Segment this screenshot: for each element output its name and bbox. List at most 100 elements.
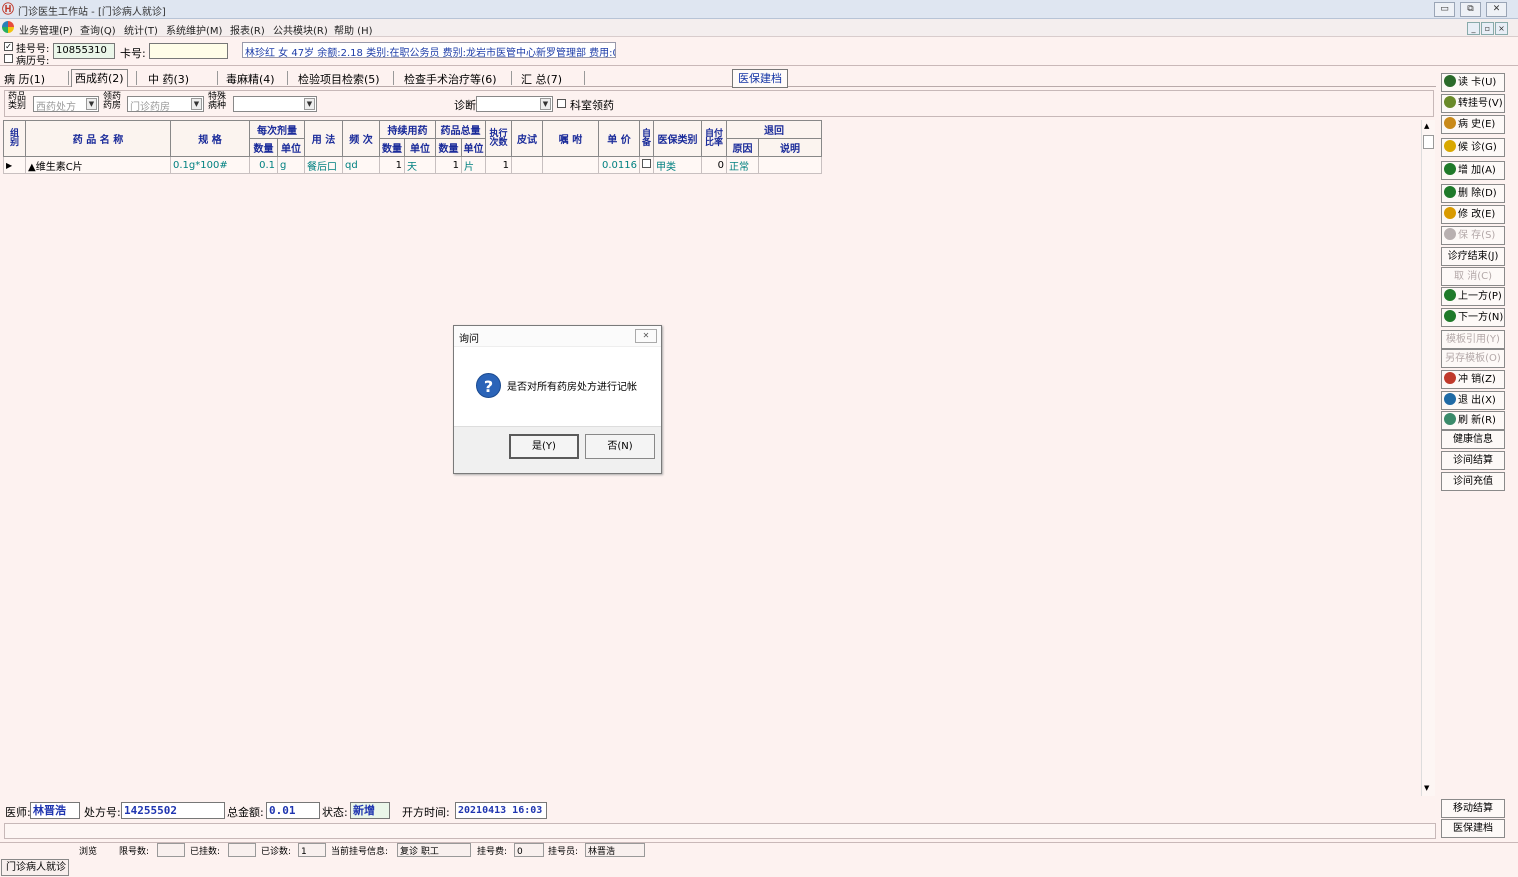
reg-number-input[interactable]: 10855310 xyxy=(53,43,115,59)
sidebar-button-2[interactable]: 病 史(E) xyxy=(1441,115,1505,134)
scroll-thumb[interactable] xyxy=(1423,135,1434,149)
cell-return-note[interactable] xyxy=(758,156,822,174)
cell-self-pay[interactable]: 0 xyxy=(701,156,727,174)
status-staff-box: 林晋浩 xyxy=(585,843,645,857)
task-tab-outpatient[interactable]: 门诊病人就诊 xyxy=(1,859,69,876)
cell-exec-times[interactable]: 1 xyxy=(485,156,512,174)
yes-button[interactable]: 是(Y) xyxy=(509,434,579,459)
sidebar-button-15[interactable]: 退 出(X) xyxy=(1441,391,1505,410)
cell-usage[interactable]: 餐后口 xyxy=(304,156,343,174)
cell-price[interactable]: 0.0116 xyxy=(598,156,640,174)
insurance-archive-button[interactable]: 医保建档 xyxy=(732,69,788,88)
cell-insurance[interactable]: 甲类 xyxy=(653,156,702,174)
col-skin-test: 皮试 xyxy=(511,120,543,157)
sidebar-button-5[interactable]: 删 除(D) xyxy=(1441,184,1505,203)
mdi-close-button[interactable]: × xyxy=(1495,22,1508,35)
dialog-title: 询问 xyxy=(454,326,661,347)
special-disease-select[interactable]: ▼ xyxy=(233,96,317,112)
sidebar-button-13[interactable]: 另存模板(O) xyxy=(1441,349,1505,368)
cell-dose-qty[interactable]: 0.1 xyxy=(249,156,278,174)
row-indicator[interactable]: ▶ xyxy=(3,156,26,174)
sidebar-button-8[interactable]: 诊疗结束(J) xyxy=(1441,247,1505,266)
drug-category-select[interactable]: 西药处方 ▼ xyxy=(33,96,99,112)
status-fee-box: 0 xyxy=(514,843,544,857)
cell-advice[interactable] xyxy=(542,156,599,174)
reverse-icon xyxy=(1444,372,1456,384)
sidebar-button-3[interactable]: 候 诊(G) xyxy=(1441,138,1505,157)
diagnosis-select[interactable]: ▼ xyxy=(476,96,553,112)
sidebar-button-14[interactable]: 冲 销(Z) xyxy=(1441,370,1505,389)
diagnosis-label: 诊断 xyxy=(454,99,476,112)
tab-chinese-medicine[interactable]: 中 药(3) xyxy=(148,71,189,87)
tab-lab-search[interactable]: 检验项目检索(5) xyxy=(298,71,380,87)
grid-scrollbar[interactable]: ▲ ▼ xyxy=(1421,120,1435,796)
menu-query[interactable]: 查询(Q) xyxy=(80,22,116,37)
tab-bar xyxy=(0,67,1436,87)
menu-public[interactable]: 公共模块(R) xyxy=(273,22,328,37)
menu-help[interactable]: 帮助 (H) xyxy=(334,22,373,37)
col-return-note: 说明 xyxy=(758,138,822,157)
table-row[interactable]: ▶ ▲维生素C片 0.1g*100# 0.1 g 餐后口 qd 1 天 1 片 … xyxy=(3,156,822,174)
doctor-value: 林晋浩 xyxy=(30,802,80,819)
sidebar-button-label: 候 诊(G) xyxy=(1458,142,1497,153)
cell-drug-name[interactable]: ▲维生素C片 xyxy=(25,156,171,174)
close-button[interactable]: ✕ xyxy=(1486,2,1507,17)
chevron-down-icon: ▼ xyxy=(540,98,551,110)
col-insurance: 医保类别 xyxy=(653,120,702,157)
menu-reports[interactable]: 报表(R) xyxy=(230,22,265,37)
cell-total-unit[interactable]: 片 xyxy=(461,156,486,174)
sidebar-button-16[interactable]: 刷 新(R) xyxy=(1441,411,1505,430)
tab-narcotics[interactable]: 毒麻精(4) xyxy=(226,71,275,87)
history-icon xyxy=(1444,117,1456,129)
menu-stats[interactable]: 统计(T) xyxy=(124,22,158,37)
sidebar-button-label: 保 存(S) xyxy=(1458,230,1496,241)
sidebar-button-label: 模板引用(Y) xyxy=(1446,334,1500,345)
cell-frequency[interactable]: qd xyxy=(342,156,380,174)
cell-duration-unit[interactable]: 天 xyxy=(404,156,436,174)
sidebar-button-label: 冲 销(Z) xyxy=(1458,374,1496,385)
no-button[interactable]: 否(N) xyxy=(585,434,655,459)
restore-button[interactable]: ⧉ xyxy=(1460,2,1481,17)
sidebar-insurance-archive-button[interactable]: 医保建档 xyxy=(1441,819,1505,838)
tab-western-medicine[interactable]: 西成药(2) xyxy=(71,69,128,87)
pharmacy-select[interactable]: 门诊药房 ▼ xyxy=(127,96,204,112)
sidebar-button-18[interactable]: 诊间结算 xyxy=(1441,451,1505,470)
cell-self-prepared[interactable] xyxy=(639,156,654,174)
cell-dose-unit[interactable]: g xyxy=(277,156,305,174)
sidebar-button-6[interactable]: 修 改(E) xyxy=(1441,205,1505,224)
card-number-input[interactable] xyxy=(149,43,228,59)
sidebar-button-9[interactable]: 取 消(C) xyxy=(1441,267,1505,286)
status-registered-box xyxy=(228,843,256,857)
cell-total-qty[interactable]: 1 xyxy=(435,156,462,174)
cell-skin-test[interactable] xyxy=(511,156,543,174)
sidebar-button-1[interactable]: 转挂号(V) xyxy=(1441,94,1505,113)
scroll-up-icon[interactable]: ▲ xyxy=(1424,122,1429,130)
cell-duration-qty[interactable]: 1 xyxy=(379,156,405,174)
self-prepared-checkbox[interactable] xyxy=(642,159,651,168)
sidebar-button-11[interactable]: 下一方(N) xyxy=(1441,308,1505,327)
sidebar-button-17[interactable]: 健康信息 xyxy=(1441,430,1505,449)
dept-pickup-checkbox[interactable] xyxy=(557,99,566,108)
record-checkbox[interactable] xyxy=(4,54,13,63)
mobile-settle-button[interactable]: 移动结算 xyxy=(1441,799,1505,818)
sidebar-button-12[interactable]: 模板引用(Y) xyxy=(1441,330,1505,349)
sidebar-button-4[interactable]: 增 加(A) xyxy=(1441,161,1505,180)
tab-medical-record[interactable]: 病 历(1) xyxy=(4,71,45,87)
tab-exam-surgery[interactable]: 检查手术治疗等(6) xyxy=(404,71,497,87)
sidebar-button-7[interactable]: 保 存(S) xyxy=(1441,226,1505,245)
scroll-down-icon[interactable]: ▼ xyxy=(1424,784,1429,792)
mdi-minimize-button[interactable]: _ xyxy=(1467,22,1480,35)
reg-checkbox[interactable]: ✓ xyxy=(4,42,13,51)
close-icon[interactable]: ✕ xyxy=(635,329,657,343)
tab-summary[interactable]: 汇 总(7) xyxy=(521,71,562,87)
menu-system[interactable]: 系统维护(M) xyxy=(166,22,222,37)
cell-return-reason[interactable]: 正常 xyxy=(726,156,759,174)
sidebar-button-10[interactable]: 上一方(P) xyxy=(1441,287,1505,306)
doctor-label: 医师: xyxy=(5,806,31,819)
menu-business[interactable]: 业务管理(P) xyxy=(19,22,73,37)
cell-spec[interactable]: 0.1g*100# xyxy=(170,156,250,174)
sidebar-button-0[interactable]: 读 卡(U) xyxy=(1441,73,1505,92)
sidebar-button-19[interactable]: 诊间充值 xyxy=(1441,472,1505,491)
mdi-restore-button[interactable]: ▫ xyxy=(1481,22,1494,35)
minimize-button[interactable]: ▭ xyxy=(1434,2,1455,17)
